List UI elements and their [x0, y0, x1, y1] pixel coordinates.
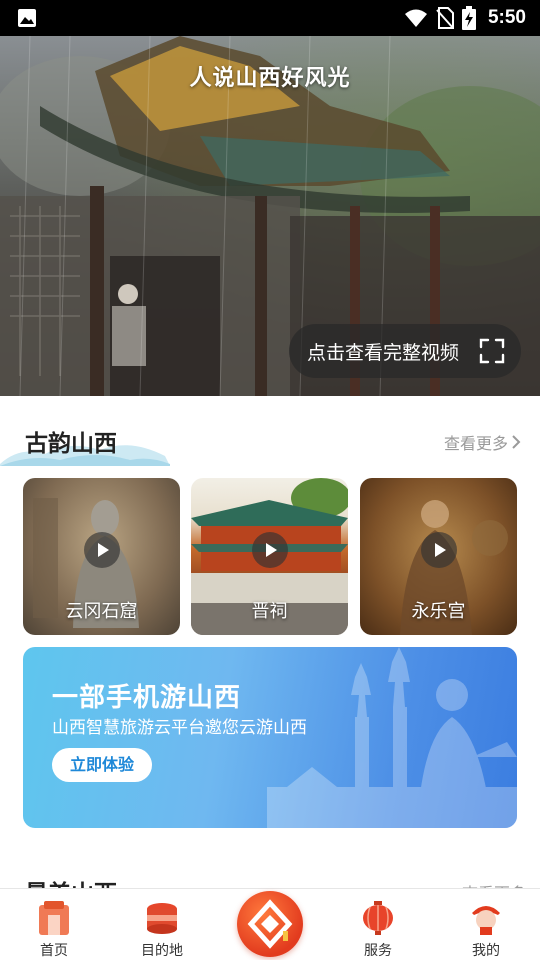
attraction-card[interactable]: 永乐宫	[360, 478, 517, 635]
wifi-icon	[404, 9, 427, 27]
center-logo-button[interactable]	[237, 891, 303, 957]
see-more-label: 查看更多	[443, 434, 508, 453]
play-icon	[84, 532, 120, 568]
card-label: 晋祠	[251, 601, 288, 622]
gallery-icon	[18, 9, 36, 27]
tab-label: 首页	[40, 943, 68, 959]
card-label: 云冈石窟	[65, 601, 138, 622]
home-gate-icon	[39, 901, 69, 935]
tab-label: 目的地	[141, 943, 183, 959]
diamond-logo-icon	[247, 899, 293, 949]
watch-full-video-label: 点击查看完整视频	[307, 341, 460, 364]
play-icon	[252, 532, 288, 568]
attraction-card[interactable]: 云冈石窟	[23, 478, 180, 635]
watch-full-video-button[interactable]: 点击查看完整视频	[289, 324, 521, 378]
no-sim-icon	[436, 7, 454, 29]
tab-service[interactable]: 服务	[324, 889, 432, 960]
section-title: 古韵山西	[25, 431, 117, 457]
fullscreen-icon	[479, 338, 505, 364]
see-more-link[interactable]: 查看更多	[444, 430, 522, 454]
promo-title: 一部手机游山西	[52, 683, 242, 713]
tab-label: 服务	[364, 943, 392, 959]
battery-charging-icon	[461, 6, 476, 30]
status-time: 5:50	[487, 7, 526, 28]
tab-label: 我的	[472, 943, 500, 959]
tab-home[interactable]: 首页	[0, 889, 108, 960]
hero-title: 人说山西好风光	[189, 66, 351, 91]
promo-subtitle: 山西智慧旅游云平台邀您云游山西	[52, 718, 307, 738]
status-icons: 5:50	[404, 0, 526, 36]
card-label: 永乐宫	[411, 601, 466, 622]
chevron-right-icon	[512, 435, 521, 449]
lantern-icon	[363, 901, 393, 935]
tab-mine[interactable]: 我的	[432, 889, 540, 960]
section-header-gu-yun: 古韵山西 查看更多	[0, 418, 540, 466]
try-now-button[interactable]: 立即体验	[52, 748, 152, 782]
hero-video[interactable]: 人说山西好风光 点击查看完整视频	[0, 36, 540, 396]
status-bar: 5:50	[0, 0, 540, 36]
promo-banner[interactable]: 一部手机游山西 山西智慧旅游云平台邀您云游山西 立即体验	[23, 647, 517, 828]
play-icon	[421, 532, 457, 568]
profile-avatar-icon	[472, 906, 500, 935]
tab-destination[interactable]: 目的地	[108, 889, 216, 960]
drum-icon	[147, 903, 177, 934]
app-screen: 5:50 人说山西好风光 点击查看完整视频 古韵山西 查看更多 云冈石窟 晋祠 …	[0, 0, 540, 960]
attraction-card[interactable]: 晋祠	[191, 478, 348, 635]
